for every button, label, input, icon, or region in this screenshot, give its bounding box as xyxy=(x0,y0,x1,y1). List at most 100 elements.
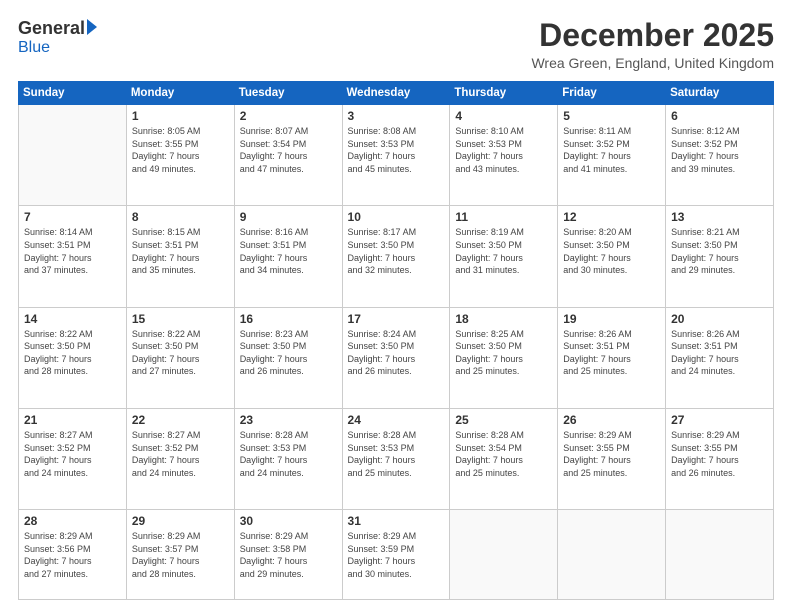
cell-info: Sunset: 3:54 PM xyxy=(455,442,552,455)
cell-info: Sunset: 3:51 PM xyxy=(240,239,337,252)
table-row: 6Sunrise: 8:12 AMSunset: 3:52 PMDaylight… xyxy=(666,105,774,206)
cell-info: Sunset: 3:52 PM xyxy=(563,138,660,151)
col-sunday: Sunday xyxy=(19,82,127,105)
cell-info: and 26 minutes. xyxy=(348,365,445,378)
cell-info: and 27 minutes. xyxy=(24,568,121,581)
cell-info: Sunrise: 8:17 AM xyxy=(348,226,445,239)
cell-info: Sunrise: 8:28 AM xyxy=(455,429,552,442)
table-row: 12Sunrise: 8:20 AMSunset: 3:50 PMDayligh… xyxy=(558,206,666,307)
cell-info: Sunset: 3:50 PM xyxy=(455,239,552,252)
cell-info: and 26 minutes. xyxy=(671,467,768,480)
table-row: 8Sunrise: 8:15 AMSunset: 3:51 PMDaylight… xyxy=(126,206,234,307)
cell-info: Sunrise: 8:29 AM xyxy=(563,429,660,442)
table-row: 1Sunrise: 8:05 AMSunset: 3:55 PMDaylight… xyxy=(126,105,234,206)
table-row: 15Sunrise: 8:22 AMSunset: 3:50 PMDayligh… xyxy=(126,307,234,408)
cell-info: Daylight: 7 hours xyxy=(132,252,229,265)
table-row: 31Sunrise: 8:29 AMSunset: 3:59 PMDayligh… xyxy=(342,510,450,600)
table-row: 3Sunrise: 8:08 AMSunset: 3:53 PMDaylight… xyxy=(342,105,450,206)
day-number: 30 xyxy=(240,514,337,528)
table-row: 23Sunrise: 8:28 AMSunset: 3:53 PMDayligh… xyxy=(234,408,342,509)
day-number: 24 xyxy=(348,413,445,427)
day-number: 28 xyxy=(24,514,121,528)
table-row: 5Sunrise: 8:11 AMSunset: 3:52 PMDaylight… xyxy=(558,105,666,206)
cell-info: Sunset: 3:51 PM xyxy=(563,340,660,353)
table-row: 25Sunrise: 8:28 AMSunset: 3:54 PMDayligh… xyxy=(450,408,558,509)
cell-info: and 49 minutes. xyxy=(132,163,229,176)
cell-info: Sunset: 3:50 PM xyxy=(348,340,445,353)
table-row: 4Sunrise: 8:10 AMSunset: 3:53 PMDaylight… xyxy=(450,105,558,206)
cell-info: Daylight: 7 hours xyxy=(348,353,445,366)
col-monday: Monday xyxy=(126,82,234,105)
table-row xyxy=(558,510,666,600)
cell-info: Sunrise: 8:26 AM xyxy=(671,328,768,341)
cell-info: Sunset: 3:51 PM xyxy=(24,239,121,252)
logo-blue: Blue xyxy=(18,39,50,57)
month-title: December 2025 xyxy=(531,18,774,53)
cell-info: Sunset: 3:52 PM xyxy=(132,442,229,455)
cell-info: Sunset: 3:55 PM xyxy=(671,442,768,455)
cell-info: and 29 minutes. xyxy=(240,568,337,581)
day-number: 17 xyxy=(348,312,445,326)
cell-info: Sunrise: 8:29 AM xyxy=(24,530,121,543)
table-row xyxy=(666,510,774,600)
cell-info: Daylight: 7 hours xyxy=(671,454,768,467)
cell-info: Sunrise: 8:19 AM xyxy=(455,226,552,239)
cell-info: Sunrise: 8:15 AM xyxy=(132,226,229,239)
table-row: 9Sunrise: 8:16 AMSunset: 3:51 PMDaylight… xyxy=(234,206,342,307)
cell-info: Daylight: 7 hours xyxy=(671,252,768,265)
cell-info: Daylight: 7 hours xyxy=(563,150,660,163)
cell-info: Daylight: 7 hours xyxy=(455,150,552,163)
cell-info: and 28 minutes. xyxy=(24,365,121,378)
day-number: 11 xyxy=(455,210,552,224)
table-row: 22Sunrise: 8:27 AMSunset: 3:52 PMDayligh… xyxy=(126,408,234,509)
cell-info: Daylight: 7 hours xyxy=(24,252,121,265)
cell-info: Sunset: 3:50 PM xyxy=(24,340,121,353)
cell-info: and 24 minutes. xyxy=(132,467,229,480)
table-row: 16Sunrise: 8:23 AMSunset: 3:50 PMDayligh… xyxy=(234,307,342,408)
table-row: 14Sunrise: 8:22 AMSunset: 3:50 PMDayligh… xyxy=(19,307,127,408)
cell-info: Sunset: 3:53 PM xyxy=(455,138,552,151)
cell-info: Sunrise: 8:28 AM xyxy=(240,429,337,442)
logo-triangle-icon xyxy=(87,19,97,35)
table-row: 13Sunrise: 8:21 AMSunset: 3:50 PMDayligh… xyxy=(666,206,774,307)
location-subtitle: Wrea Green, England, United Kingdom xyxy=(531,55,774,71)
day-number: 12 xyxy=(563,210,660,224)
cell-info: Sunrise: 8:14 AM xyxy=(24,226,121,239)
day-number: 2 xyxy=(240,109,337,123)
day-number: 13 xyxy=(671,210,768,224)
title-block: December 2025 Wrea Green, England, Unite… xyxy=(531,18,774,71)
cell-info: and 30 minutes. xyxy=(563,264,660,277)
cell-info: and 30 minutes. xyxy=(348,568,445,581)
calendar-header-row: Sunday Monday Tuesday Wednesday Thursday… xyxy=(19,82,774,105)
cell-info: Sunset: 3:59 PM xyxy=(348,543,445,556)
table-row xyxy=(19,105,127,206)
cell-info: Sunrise: 8:10 AM xyxy=(455,125,552,138)
table-row: 24Sunrise: 8:28 AMSunset: 3:53 PMDayligh… xyxy=(342,408,450,509)
cell-info: and 28 minutes. xyxy=(132,568,229,581)
table-row: 19Sunrise: 8:26 AMSunset: 3:51 PMDayligh… xyxy=(558,307,666,408)
col-saturday: Saturday xyxy=(666,82,774,105)
day-number: 31 xyxy=(348,514,445,528)
cell-info: Sunset: 3:51 PM xyxy=(671,340,768,353)
cell-info: Daylight: 7 hours xyxy=(132,150,229,163)
cell-info: Sunrise: 8:27 AM xyxy=(132,429,229,442)
cell-info: Daylight: 7 hours xyxy=(240,353,337,366)
cell-info: Daylight: 7 hours xyxy=(240,150,337,163)
cell-info: Sunset: 3:56 PM xyxy=(24,543,121,556)
cell-info: Sunset: 3:53 PM xyxy=(348,138,445,151)
table-row: 30Sunrise: 8:29 AMSunset: 3:58 PMDayligh… xyxy=(234,510,342,600)
cell-info: Sunrise: 8:29 AM xyxy=(348,530,445,543)
cell-info: Sunrise: 8:22 AM xyxy=(24,328,121,341)
table-row: 17Sunrise: 8:24 AMSunset: 3:50 PMDayligh… xyxy=(342,307,450,408)
cell-info: Sunrise: 8:08 AM xyxy=(348,125,445,138)
table-row xyxy=(450,510,558,600)
day-number: 18 xyxy=(455,312,552,326)
cell-info: and 47 minutes. xyxy=(240,163,337,176)
cell-info: and 25 minutes. xyxy=(455,467,552,480)
cell-info: and 45 minutes. xyxy=(348,163,445,176)
cell-info: Sunrise: 8:12 AM xyxy=(671,125,768,138)
cell-info: Sunset: 3:52 PM xyxy=(671,138,768,151)
day-number: 26 xyxy=(563,413,660,427)
cell-info: and 41 minutes. xyxy=(563,163,660,176)
cell-info: Daylight: 7 hours xyxy=(671,353,768,366)
